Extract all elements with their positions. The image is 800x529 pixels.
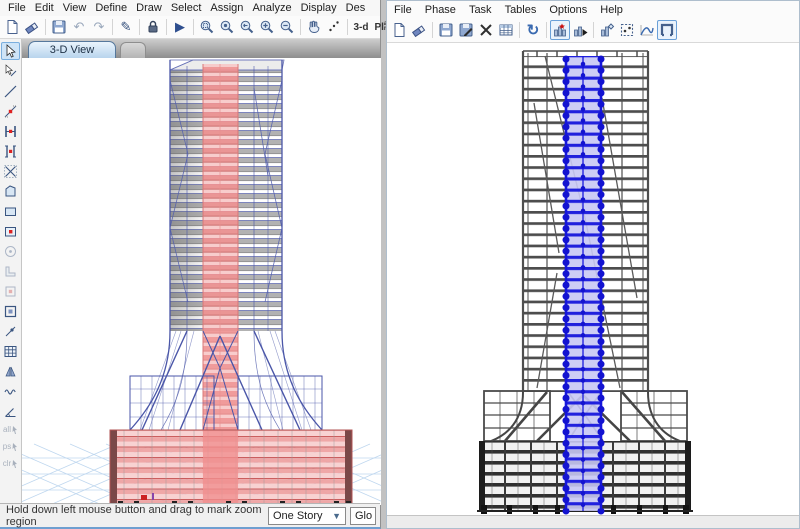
- draw-tool-sidebar: all ps clr: [0, 39, 22, 505]
- left-statusbar: Hold down left mouse button and drag to …: [0, 503, 380, 527]
- tower-3d-drawing: [22, 58, 381, 505]
- measure-angle-icon[interactable]: [1, 402, 20, 420]
- define-tower-icon[interactable]: [550, 20, 570, 40]
- rubber-band-zoom-icon[interactable]: [197, 17, 217, 37]
- previous-selection-tool[interactable]: ps: [3, 439, 18, 454]
- status-hint: Hold down left mouse button and drag to …: [4, 504, 264, 528]
- select-reshape-icon[interactable]: [1, 62, 20, 80]
- pan-icon[interactable]: [304, 17, 324, 37]
- menu-view[interactable]: View: [63, 2, 87, 14]
- plot-curve-icon[interactable]: [637, 20, 657, 40]
- menu-file[interactable]: File: [394, 4, 412, 16]
- tab-3d-view[interactable]: 3-D View: [28, 41, 116, 59]
- quick-draw-secondary-icon[interactable]: [1, 142, 20, 160]
- menu-design[interactable]: Des: [346, 2, 366, 14]
- lock-icon[interactable]: [143, 17, 163, 37]
- select-all-tool[interactable]: all: [3, 422, 18, 437]
- refresh-icon[interactable]: ↻: [523, 20, 543, 40]
- undo-icon[interactable]: ↶: [69, 17, 89, 37]
- show-grid-icon[interactable]: [1, 342, 20, 360]
- right-toolbar: ↻: [387, 18, 799, 43]
- clear-selection-tool[interactable]: clr: [3, 456, 18, 471]
- quick-draw-beam-icon[interactable]: [1, 122, 20, 140]
- story-mode-select[interactable]: One Story▼: [268, 507, 346, 525]
- quick-draw-brace-icon[interactable]: [1, 162, 20, 180]
- pointer-select-icon[interactable]: [1, 42, 20, 60]
- redo-icon[interactable]: ↷: [89, 17, 109, 37]
- chevron-down-icon: ▼: [332, 511, 341, 521]
- menu-task[interactable]: Task: [469, 4, 492, 16]
- menu-file[interactable]: File: [8, 2, 26, 14]
- right-bottom-strip: [387, 515, 799, 528]
- draw-node-region-icon[interactable]: [1, 302, 20, 320]
- quick-draw-frame-icon[interactable]: [1, 102, 20, 120]
- left-menubar: File Edit View Define Draw Select Assign…: [0, 0, 380, 16]
- model-window-3d: File Edit View Define Draw Select Assign…: [0, 0, 381, 529]
- zoom-in-icon[interactable]: [257, 17, 277, 37]
- coord-system-select[interactable]: Glo: [350, 507, 376, 525]
- draw-link-icon[interactable]: [1, 322, 20, 340]
- save-icon[interactable]: [436, 20, 456, 40]
- menu-options[interactable]: Options: [549, 4, 587, 16]
- new-model-icon[interactable]: [2, 17, 22, 37]
- draw-line-icon[interactable]: [1, 82, 20, 100]
- menu-help[interactable]: Help: [600, 4, 623, 16]
- select-region-icon[interactable]: [617, 20, 637, 40]
- quick-draw-wall-icon[interactable]: [1, 282, 20, 300]
- new-icon[interactable]: [389, 20, 409, 40]
- tab-ghost: [120, 42, 146, 59]
- phase-window: File Phase Task Tables Options Help ↻: [386, 0, 800, 529]
- save-as-icon[interactable]: [456, 20, 476, 40]
- assign-phase-icon[interactable]: [597, 20, 617, 40]
- delete-icon[interactable]: [476, 20, 496, 40]
- model-canvas-3d[interactable]: [22, 58, 381, 505]
- menu-select[interactable]: Select: [171, 2, 202, 14]
- view-3d-button[interactable]: 3-d: [351, 17, 371, 37]
- run-analysis-icon[interactable]: ▶: [170, 17, 190, 37]
- draw-rectangular-area-icon[interactable]: [1, 202, 20, 220]
- left-toolbar: ↶ ↷ ✎ ▶ 3-d Plan: [0, 16, 380, 39]
- tower-frame-drawing: [387, 43, 799, 517]
- save-icon[interactable]: [49, 17, 69, 37]
- draw-polygon-area-icon[interactable]: [1, 182, 20, 200]
- previous-zoom-icon[interactable]: [237, 17, 257, 37]
- menu-phase[interactable]: Phase: [425, 4, 456, 16]
- menu-draw[interactable]: Draw: [136, 2, 162, 14]
- draw-pencil-icon[interactable]: ✎: [116, 17, 136, 37]
- right-menubar: File Phase Task Tables Options Help: [387, 1, 799, 18]
- mirror-view-icon[interactable]: [1, 362, 20, 380]
- run-phase-icon[interactable]: [570, 20, 590, 40]
- frame-view-icon[interactable]: [657, 20, 677, 40]
- draw-circle-icon[interactable]: [1, 242, 20, 260]
- menu-tables[interactable]: Tables: [505, 4, 537, 16]
- menu-analyze[interactable]: Analyze: [252, 2, 291, 14]
- menu-assign[interactable]: Assign: [210, 2, 243, 14]
- tables-icon[interactable]: [496, 20, 516, 40]
- menu-define[interactable]: Define: [95, 2, 127, 14]
- zoom-out-icon[interactable]: [277, 17, 297, 37]
- restore-full-view-icon[interactable]: [217, 17, 237, 37]
- perspective-icon[interactable]: [324, 17, 344, 37]
- draw-wall-stack-icon[interactable]: [1, 262, 20, 280]
- eraser-icon[interactable]: [22, 17, 42, 37]
- eraser-icon[interactable]: [409, 20, 429, 40]
- view-tabbar: 3-D View: [0, 39, 380, 59]
- phase-canvas[interactable]: [387, 43, 799, 517]
- quick-draw-area-icon[interactable]: [1, 222, 20, 240]
- draw-spring-icon[interactable]: [1, 382, 20, 400]
- menu-display[interactable]: Display: [301, 2, 337, 14]
- menu-edit[interactable]: Edit: [35, 2, 54, 14]
